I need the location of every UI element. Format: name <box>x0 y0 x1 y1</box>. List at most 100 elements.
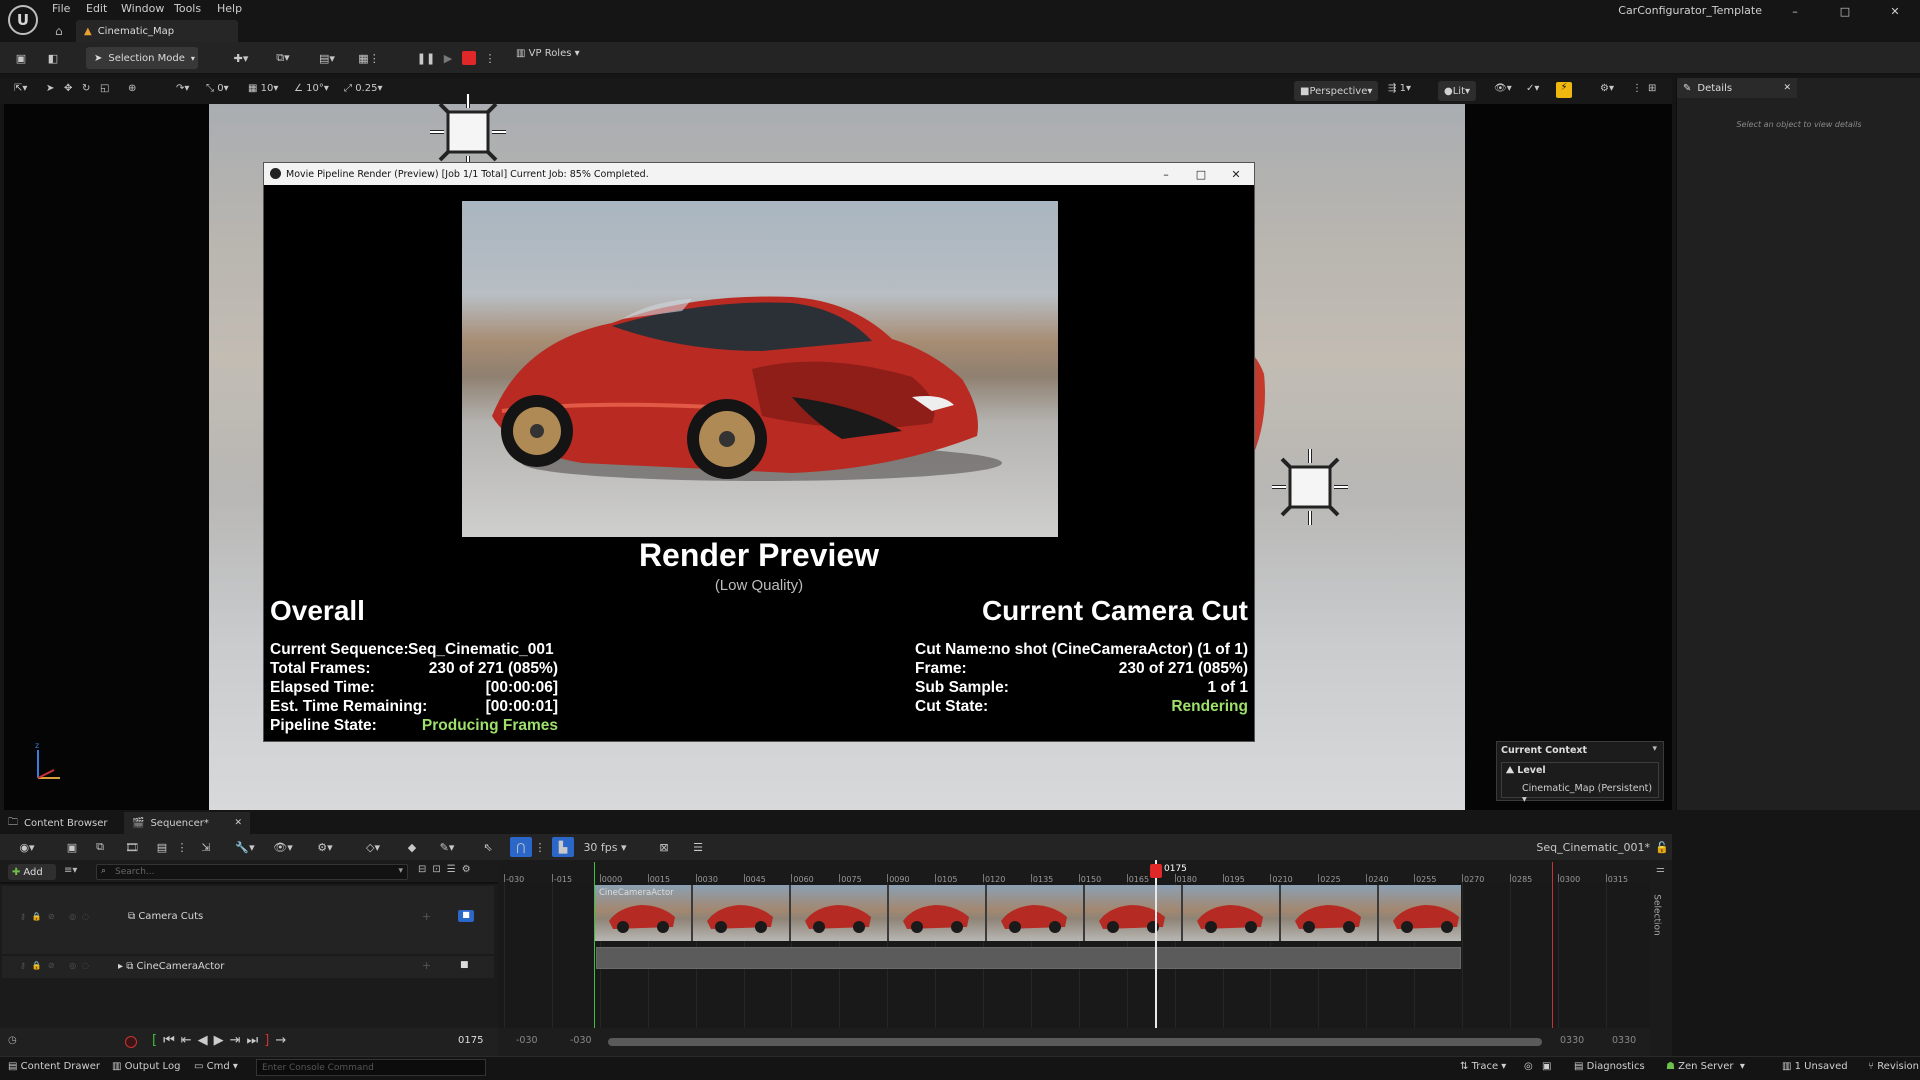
light-gizmo-icon[interactable] <box>428 92 508 172</box>
unreal-logo-icon[interactable]: U <box>8 5 38 35</box>
track-toggle-icons[interactable]: ⚷🔒⊘ ◎◌ <box>20 961 95 970</box>
surface-snap-icon[interactable]: ↷▾ <box>176 83 189 94</box>
playback-options-icon[interactable]: ⚙▾ <box>312 837 338 857</box>
transform-select-icon[interactable]: ⇱▾ <box>14 83 27 94</box>
broadcast-icon[interactable]: ◎ <box>1524 1061 1533 1072</box>
clock-icon[interactable]: ◷ <box>8 1035 17 1046</box>
magnet-snap-icon[interactable]: ⋂ <box>510 837 532 857</box>
show-icon[interactable]: 👁▾ <box>1494 83 1512 94</box>
close-icon[interactable]: ✕ <box>1783 83 1791 93</box>
add-track-button[interactable]: ✚ Add <box>8 864 56 880</box>
track-search-input[interactable]: ⌕ Search... ▾ <box>96 864 408 880</box>
tab-sequencer[interactable]: 🎬 Sequencer* ✕ <box>124 812 250 834</box>
close-button[interactable]: ✕ <box>1870 0 1920 22</box>
play-start-field[interactable]: -030 <box>570 1035 592 1046</box>
perspective-dropdown[interactable]: ■ Perspective ▾ <box>1294 81 1379 101</box>
find-icon[interactable]: ⧉ <box>92 837 108 857</box>
camera-count[interactable]: ⇶ 1▾ <box>1388 83 1411 94</box>
track-toggle-icons[interactable]: ⚷🔒⊘ ◎◌ <box>20 912 95 921</box>
screenshot-icon[interactable]: ▣ <box>1542 1061 1551 1072</box>
rotate-icon[interactable]: ↻ <box>82 83 90 94</box>
eye-icon[interactable]: 👁▾ <box>270 837 296 857</box>
lit-dropdown[interactable]: ● Lit ▾ <box>1438 81 1477 101</box>
realtime-icon[interactable]: ✓▾ <box>1526 83 1539 94</box>
scale-snap[interactable]: ⤢ 0.25▾ <box>344 83 382 94</box>
add-key-icon[interactable]: + <box>422 959 431 972</box>
vp-roles-dropdown[interactable]: ▥ VP Roles ▾ <box>516 48 580 59</box>
save-icon[interactable]: ▣ <box>12 48 30 68</box>
key-interp-icon[interactable]: ◇▾ <box>360 837 386 857</box>
play-options-icon[interactable]: ⋮ <box>485 48 496 68</box>
play-end-field[interactable]: 0330 <box>1560 1035 1584 1046</box>
content-drawer-button[interactable]: ▤ Content Drawer <box>8 1061 100 1072</box>
render-movie-icon[interactable]: 🎞 <box>124 837 140 857</box>
snap-frames-icon[interactable]: ▙ <box>552 837 574 857</box>
angle-snap[interactable]: ∠ 10°▾ <box>294 83 329 94</box>
curve-editor-icon[interactable]: ⊠ <box>656 837 672 857</box>
minimize-button[interactable]: – <box>1770 0 1820 22</box>
stop-icon[interactable] <box>462 51 476 65</box>
revision-control-button[interactable]: ⑂ Revision <box>1868 1061 1919 1072</box>
playhead-handle[interactable] <box>1150 864 1162 878</box>
set-end-icon[interactable]: ] <box>264 1033 275 1048</box>
track-list-icon[interactable]: ☰ <box>690 837 706 857</box>
render-minimize-button[interactable]: – <box>1154 165 1178 183</box>
menu-edit[interactable]: Edit <box>86 2 107 15</box>
add-key-icon[interactable]: + <box>422 910 431 923</box>
more-icon[interactable]: ⋮ <box>535 837 546 857</box>
cinematics-icon[interactable]: ▤▾ <box>312 48 342 68</box>
sliders-icon[interactable]: ⚌ <box>1656 864 1665 875</box>
layout-icon[interactable]: ⊞ <box>1648 83 1656 94</box>
transport-buttons[interactable]: [⏮⇤◀▶⇥⏭]→ <box>152 1033 292 1048</box>
add-actor-icon[interactable]: ✚▾ <box>226 48 256 68</box>
context-level-value[interactable]: Cinematic_Map (Persistent) ▾ <box>1522 783 1658 805</box>
cursor-tool-icon[interactable]: ⇖ <box>480 837 496 857</box>
chevron-down-icon[interactable]: ▾ <box>1652 744 1657 754</box>
view-start-field[interactable]: -030 <box>516 1035 538 1046</box>
cmd-dropdown[interactable]: ▭ Cmd ▾ <box>194 1061 238 1072</box>
maximize-button[interactable]: □ <box>1820 0 1870 22</box>
zen-server-dropdown[interactable]: ☗ Zen Server ▾ <box>1666 1061 1745 1072</box>
menu-file[interactable]: File <box>52 2 70 15</box>
cine-camera-section[interactable] <box>596 947 1461 969</box>
light-gizmo-icon[interactable] <box>1270 447 1350 527</box>
selection-mode-dropdown[interactable]: ➤ Selection Mode ▾ <box>86 47 198 69</box>
time-ruler[interactable]: -030 -015 0000 0015 0030 0045 0060 0075 0090 0105… <box>498 860 1650 884</box>
unsaved-button[interactable]: ▥ 1 Unsaved <box>1782 1061 1848 1072</box>
camera-icon[interactable]: ■ <box>460 960 469 970</box>
more-icon[interactable]: ⋮ <box>1632 83 1642 94</box>
close-icon[interactable]: ✕ <box>234 818 242 828</box>
menu-help[interactable]: Help <box>217 2 242 15</box>
lock-icon[interactable]: 🔓 <box>1655 837 1669 857</box>
step-icon[interactable]: ▶ <box>440 48 456 68</box>
move-icon[interactable]: ✥ <box>64 83 72 94</box>
render-close-button[interactable]: ✕ <box>1224 165 1248 183</box>
camera-lock-icon[interactable]: ⇲ <box>198 837 214 857</box>
tab-content-browser[interactable]: 🗀 Content Browser <box>0 812 115 834</box>
outliner-options-icons[interactable]: ⊟⊡☰⚙ <box>418 864 477 875</box>
snap-rotation[interactable]: ⤡ 0▾ <box>206 83 229 94</box>
render-maximize-button[interactable]: □ <box>1189 165 1213 183</box>
home-icon[interactable]: ⌂ <box>55 24 63 38</box>
platforms-icon[interactable]: ▦⋮ <box>354 48 384 68</box>
expand-arrow-icon[interactable]: ▸ <box>118 961 126 972</box>
settings-icon[interactable]: ⚙▾ <box>1600 83 1614 94</box>
pause-icon[interactable]: ❚❚ <box>417 48 435 68</box>
blueprint-icon[interactable]: ⧉▾ <box>268 48 298 68</box>
details-tab[interactable]: ✎ Details ✕ <box>1677 78 1797 98</box>
console-input[interactable]: Enter Console Command <box>256 1059 486 1076</box>
view-end-field[interactable]: 0330 <box>1612 1035 1636 1046</box>
world-local-icon[interactable]: ⊕ <box>128 83 136 94</box>
map-tab[interactable]: ▲ Cinematic_Map <box>76 20 238 42</box>
current-frame-field[interactable]: 0175 <box>458 1035 483 1046</box>
content-icon[interactable]: ◧ <box>44 48 62 68</box>
render-window-titlebar[interactable]: Movie Pipeline Render (Preview) [Job 1/1… <box>264 163 1254 185</box>
keyframe-icon[interactable]: ◆ <box>404 837 420 857</box>
world-icon[interactable]: ◉▾ <box>12 837 42 857</box>
trace-dropdown[interactable]: ⇅ Trace ▾ <box>1460 1061 1506 1072</box>
grid-snap[interactable]: ▦ 10▾ <box>248 83 278 94</box>
clapper-icon[interactable]: ▤ <box>152 837 172 857</box>
stats-icon[interactable]: ⚡ <box>1556 82 1572 98</box>
filter-icon[interactable]: ≡▾ <box>64 865 77 876</box>
sequencer-timeline[interactable]: -030 -015 0000 0015 0030 0045 0060 0075 0090 0105… <box>498 860 1650 1028</box>
